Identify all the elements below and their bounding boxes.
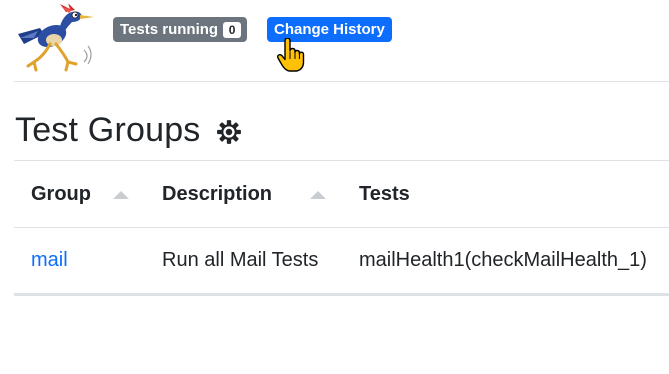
page: Tests running 0 Change History Test Grou… <box>0 0 669 374</box>
column-header-label: Description <box>162 182 273 205</box>
header: Tests running 0 Change History <box>0 0 669 82</box>
sort-up-icon[interactable] <box>310 191 326 199</box>
table-row: mail Run all Mail Tests mailHealth1(chec… <box>14 228 669 293</box>
tests-running-count: 0 <box>223 21 242 38</box>
column-header-description[interactable]: Description <box>162 161 272 227</box>
sort-up-icon[interactable] <box>113 191 129 199</box>
page-title: Test Groups <box>15 111 201 149</box>
tests-running-badge: Tests running 0 <box>113 17 248 42</box>
column-header-label: Group <box>31 182 91 205</box>
tests-running-label: Tests running <box>120 21 219 38</box>
test-groups-table: Group Description Tests mail Run all Mai… <box>14 160 669 296</box>
column-header-group[interactable]: Group <box>31 161 91 227</box>
column-header-tests[interactable]: Tests <box>359 161 410 227</box>
hand-pointer-cursor <box>277 38 305 72</box>
title-row: Test Groups <box>15 106 242 154</box>
column-header-label: Tests <box>359 182 410 205</box>
table-bottom-border <box>14 293 669 296</box>
roadrunner-logo[interactable] <box>14 4 94 74</box>
group-cell: mail <box>31 228 68 293</box>
gear-icon[interactable] <box>216 119 242 145</box>
header-divider <box>14 81 669 82</box>
group-link-mail[interactable]: mail <box>31 249 68 272</box>
table-header-row: Group Description Tests <box>14 161 669 227</box>
description-cell: Run all Mail Tests <box>162 249 319 271</box>
tests-cell: mailHealth1(checkMailHealth_1) <box>359 249 647 271</box>
